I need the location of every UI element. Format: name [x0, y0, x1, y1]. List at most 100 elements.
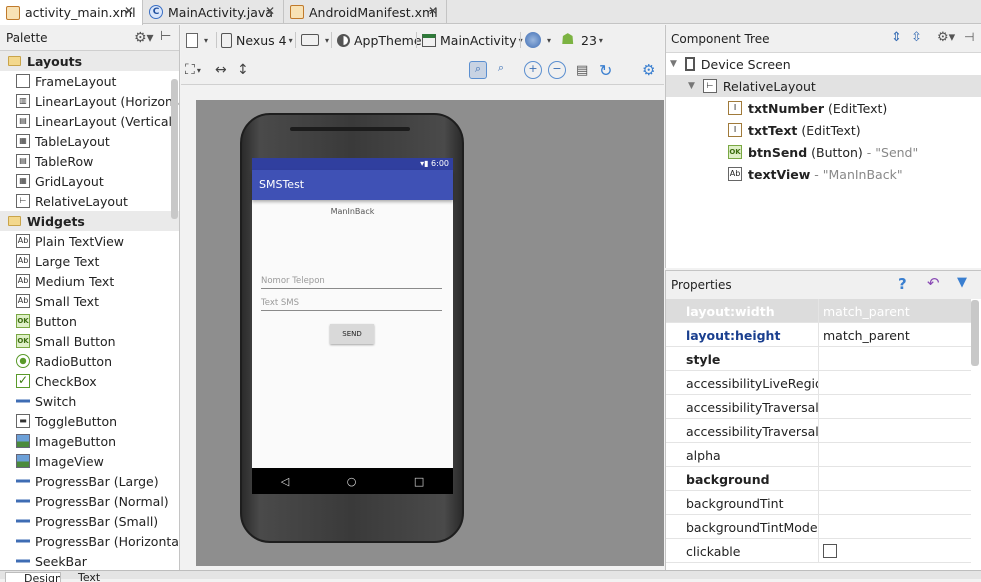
zoom-in-button[interactable]: + — [524, 61, 542, 79]
property-row-accessibility-traversal-after[interactable]: accessibilityTraversalAfte — [666, 395, 971, 419]
palette-item-imagebutton[interactable]: ImageButton — [0, 431, 179, 451]
palette-item-medium-text[interactable]: Ab Medium Text — [0, 271, 179, 291]
close-icon[interactable]: ✕ — [124, 4, 134, 18]
gear-icon[interactable]: ⚙▾ — [134, 30, 154, 46]
preview-textview[interactable]: ManInBack — [252, 207, 453, 216]
palette-item-gridlayout[interactable]: ▦ GridLayout — [0, 171, 179, 191]
refresh-button[interactable]: ↻ — [599, 55, 612, 85]
collapse-arrow-icon[interactable]: ▼ — [688, 81, 695, 91]
palette-item-linearlayout-vertical[interactable]: ▤ LinearLayout (Vertical) — [0, 111, 179, 131]
palette-group-layouts[interactable]: Layouts — [0, 51, 179, 71]
tab-design[interactable]: Design — [5, 572, 61, 582]
palette-item-small-button[interactable]: OK Small Button — [0, 331, 179, 351]
palette-item-progressbar-normal[interactable]: ProgressBar (Normal) — [0, 491, 179, 511]
palette-item-togglebutton[interactable]: ▬ ToggleButton — [0, 411, 179, 431]
palette-item-relativelayout[interactable]: ⊢ RelativeLayout — [0, 191, 179, 211]
tree-node-type: (Button) — [811, 144, 863, 160]
tree-node-btnsend[interactable]: OK btnSend (Button) - "Send" — [666, 141, 981, 163]
palette-item-tablelayout[interactable]: ▦ TableLayout — [0, 131, 179, 151]
device-dropdown[interactable]: Nexus 4 ▾ — [221, 25, 293, 55]
property-row-background-tint[interactable]: backgroundTint — [666, 491, 971, 515]
tab-text[interactable]: Text — [60, 572, 110, 582]
locale-dropdown[interactable]: ▾ — [525, 25, 551, 55]
palette-item-seekbar[interactable]: SeekBar — [0, 551, 179, 570]
property-row-background[interactable]: background — [666, 467, 971, 491]
property-value[interactable] — [818, 491, 971, 515]
palette-item-radiobutton[interactable]: RadioButton — [0, 351, 179, 371]
zoom-actual-button[interactable]: ⌕ — [492, 61, 510, 79]
hide-panel-icon[interactable]: ⊣ — [964, 30, 974, 44]
property-value[interactable] — [818, 371, 971, 395]
palette-item-imageview[interactable]: ImageView — [0, 451, 179, 471]
palette-item-framelayout[interactable]: FrameLayout — [0, 71, 179, 91]
clickable-checkbox[interactable] — [823, 544, 837, 558]
palette-item-switch[interactable]: Switch — [0, 391, 179, 411]
property-row-layout-width[interactable]: layout:width match_parent — [666, 299, 971, 323]
tree-node-textview[interactable]: Ab textView - "ManInBack" — [666, 163, 981, 185]
palette-item-small-text[interactable]: Ab Small Text — [0, 291, 179, 311]
palette-item-large-text[interactable]: Ab Large Text — [0, 251, 179, 271]
property-row-accessibility-traversal-before[interactable]: accessibilityTraversalBefc — [666, 419, 971, 443]
tree-node-relativelayout[interactable]: ▼ ⊢ RelativeLayout — [666, 75, 981, 97]
help-icon[interactable]: ? — [898, 275, 907, 293]
tree-node-type: (EditText) — [828, 100, 888, 116]
tree-node-device-screen[interactable]: ▼ Device Screen — [666, 53, 981, 75]
restore-default-icon[interactable]: ↶ — [927, 274, 940, 292]
toggle-height-button[interactable]: ↕ — [237, 55, 249, 85]
gear-icon[interactable]: ⚙▾ — [937, 30, 955, 45]
palette-group-widgets[interactable]: Widgets — [0, 211, 179, 231]
preview-send-button[interactable]: SEND — [330, 324, 374, 344]
show-layout-button[interactable]: ▤ — [576, 55, 588, 85]
tree-node-txttext[interactable]: I txtText (EditText) — [666, 119, 981, 141]
property-value[interactable] — [818, 395, 971, 419]
property-value[interactable] — [818, 419, 971, 443]
canvas-settings-button[interactable]: ⚙ — [642, 55, 655, 85]
collapse-all-icon[interactable]: ⇳ — [911, 30, 922, 45]
palette-item-button[interactable]: OK Button — [0, 311, 179, 331]
filter-icon[interactable]: ▼ — [957, 275, 967, 290]
tab-android-manifest-xml[interactable]: AndroidManifest.xml ✕ — [284, 0, 447, 24]
expand-all-icon[interactable]: ⇕ — [891, 30, 902, 45]
tree-node-txtnumber[interactable]: I txtNumber (EditText) — [666, 97, 981, 119]
property-value[interactable] — [818, 515, 971, 539]
palette-item-plain-textview[interactable]: Ab Plain TextView — [0, 231, 179, 251]
preview-edittext-text[interactable]: Text SMS — [261, 297, 442, 311]
palette-item-progressbar-large[interactable]: ProgressBar (Large) — [0, 471, 179, 491]
palette-item-progressbar-horizontal[interactable]: ProgressBar (Horizontal) — [0, 531, 179, 551]
theme-dropdown[interactable]: AppTheme — [337, 25, 422, 55]
zoom-to-fit-button[interactable]: ⌕ — [469, 61, 487, 79]
property-value[interactable] — [818, 467, 971, 491]
palette-item-progressbar-small[interactable]: ProgressBar (Small) — [0, 511, 179, 531]
property-value[interactable]: match_parent — [818, 323, 971, 347]
property-row-background-tint-mode[interactable]: backgroundTintMode — [666, 515, 971, 539]
tab-main-activity-java[interactable]: C MainActivity.java ✕ — [143, 0, 284, 24]
device-screen[interactable] — [252, 158, 453, 468]
tab-activity-main-xml[interactable]: activity_main.xml ✕ — [0, 0, 143, 25]
property-row-accessibility-live-region[interactable]: accessibilityLiveRegion — [666, 371, 971, 395]
layout-variant-dropdown[interactable]: ▾ — [186, 25, 208, 55]
palette-item-linearlayout-horizontal[interactable]: ▥ LinearLayout (Horizontal) — [0, 91, 179, 111]
property-value[interactable] — [818, 443, 971, 467]
component-tree-header: Component Tree ⇕ ⇳ ⚙▾ ⊣ — [666, 25, 981, 53]
close-icon[interactable]: ✕ — [428, 4, 438, 18]
activity-dropdown[interactable]: MainActivity▾ — [422, 25, 523, 55]
properties-scrollbar[interactable] — [971, 300, 979, 366]
palette-scrollbar[interactable] — [171, 79, 178, 219]
palette-item-tablerow[interactable]: ▤ TableRow — [0, 151, 179, 171]
fit-screen-dropdown[interactable]: ⛶ ▾ — [185, 55, 201, 85]
palette-item-checkbox[interactable]: ✓ CheckBox — [0, 371, 179, 391]
property-row-alpha[interactable]: alpha — [666, 443, 971, 467]
api-level-dropdown[interactable]: ☗ 23 ▾ — [561, 25, 603, 55]
preview-edittext-number[interactable]: Nomor Telepon — [261, 275, 442, 289]
zoom-out-button[interactable]: − — [548, 61, 566, 79]
close-icon[interactable]: ✕ — [265, 4, 275, 18]
collapse-arrow-icon[interactable]: ▼ — [670, 59, 677, 69]
hide-panel-icon[interactable]: ⊢ — [160, 29, 171, 44]
property-value[interactable] — [818, 347, 971, 371]
property-row-clickable[interactable]: clickable — [666, 539, 971, 563]
property-row-style[interactable]: style — [666, 347, 971, 371]
property-value[interactable]: match_parent — [818, 299, 971, 323]
orientation-dropdown[interactable]: ▾ — [301, 25, 329, 55]
toggle-width-button[interactable]: ↔ — [215, 55, 227, 85]
property-row-layout-height[interactable]: layout:height match_parent — [666, 323, 971, 347]
